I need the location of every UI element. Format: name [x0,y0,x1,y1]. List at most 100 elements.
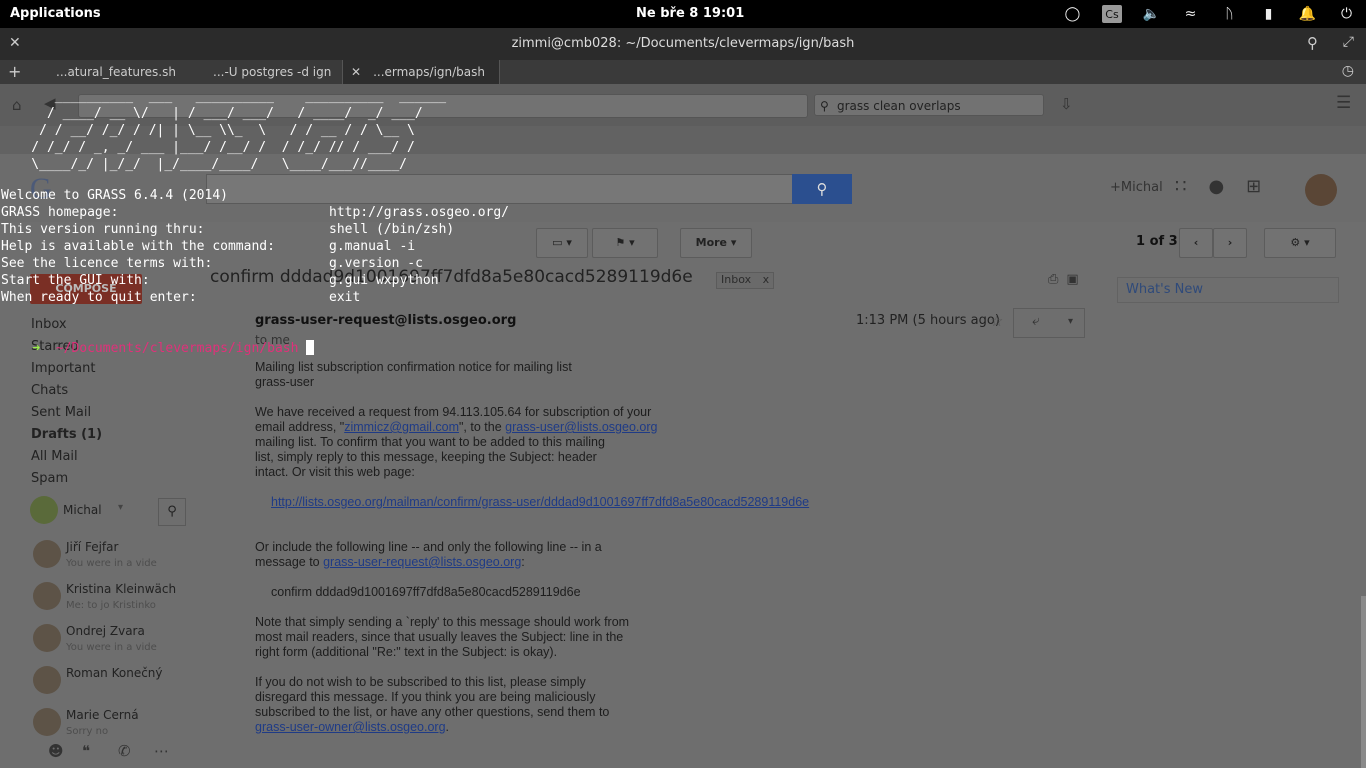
phone-icon[interactable]: ✆ [118,742,131,760]
whats-new-link[interactable]: What's New [1126,282,1203,297]
volume-icon[interactable]: 🔈 [1132,0,1171,28]
person-icon[interactable]: ☻ [48,742,64,760]
power-icon[interactable]: ⏻ [1327,0,1366,28]
list-item[interactable]: Jiří Fejfar You were in a vide [30,532,185,574]
terminal-titlebar: ✕ zimmi@cmb028: ~/Documents/clevermaps/i… [0,28,1366,60]
avatar [33,666,61,694]
email-paragraph: Or include the following line -- and onl… [255,540,602,569]
system-tray: ◯ Cs 🔈 ≈ ᚢ ▮ 🔔 ⏻ [1053,0,1366,28]
battery-icon[interactable]: ▮ [1249,0,1288,28]
email-recipient[interactable]: to me [255,333,290,347]
contact-name: Marie Cerná [66,708,139,722]
confirm-link[interactable]: http://lists.osgeo.org/mailman/confirm/g… [271,495,809,509]
lightbulb-icon[interactable]: ◯ [1053,0,1092,28]
chat-footer: ☻ ❝ ✆ ⋯ [30,738,185,768]
download-icon[interactable]: ⇩ [1060,95,1073,113]
more-icon[interactable]: ⋯ [154,742,169,760]
reply-button[interactable]: ⤶ ▾ [1013,308,1085,338]
contact-status: Me: to jo Kristinko [66,600,156,611]
email-body: Mailing list subscription confirmation n… [255,360,975,750]
chevron-down-icon[interactable]: ▾ [118,502,123,513]
notifications-icon[interactable]: 🔔 [1288,0,1327,28]
move-to-button[interactable]: ▭ ▾ [536,228,588,258]
wifi-icon[interactable]: ≈ [1171,0,1210,28]
contact-list: Jiří Fejfar You were in a vide Kristina … [30,532,185,742]
back-icon[interactable]: ◀ [44,94,56,112]
folder-sent[interactable]: Sent Mail [31,402,102,424]
user-link[interactable]: +Michal [1110,180,1163,195]
email-link[interactable]: grass-user@lists.osgeo.org [505,420,657,434]
tab-label: ...-U postgres -d ign [213,65,332,79]
scrollbar[interactable] [1361,596,1366,768]
compose-button[interactable]: COMPOSE [30,274,142,304]
contact-status: Sorry no [66,726,109,737]
gmail-search-button[interactable]: ⚲ [792,174,852,204]
tab-postgres[interactable]: ...-U postgres -d ign [213,60,331,84]
google-logo: G [30,172,52,205]
settings-button[interactable]: ⚙ ▾ [1264,228,1336,258]
folder-drafts[interactable]: Drafts (1) [31,424,102,446]
hangouts-icon[interactable]: ❝ [82,742,90,760]
email-link[interactable]: grass-user-request@lists.osgeo.org [323,555,521,569]
star-icon[interactable]: ☆ [990,312,1003,330]
tab-label: ...ermaps/ign/bash [373,65,485,79]
email-paragraph: confirm dddad9d1001697ff7dfd8a5e80cacd52… [271,585,581,599]
clock[interactable]: Ne bře 8 19:01 [636,6,744,21]
history-icon[interactable]: ◷ [1342,63,1354,79]
email-paragraph: Note that simply sending a `reply' to th… [255,615,630,659]
list-item[interactable]: Kristina Kleinwäch Me: to jo Kristinko [30,574,185,616]
folder-important[interactable]: Important [31,358,102,380]
chat-self[interactable]: Michal ▾ ⚲ [30,496,186,526]
email-link[interactable]: grass-user-owner@lists.osgeo.org [255,720,446,734]
pager-count: 1 of 3 [1136,234,1178,249]
url-bar[interactable] [78,94,808,118]
tab-bash[interactable]: ✕ ...ermaps/ign/bash [342,60,500,84]
new-tab-icon[interactable]: + [8,62,21,81]
keyboard-layout-indicator[interactable]: Cs [1102,5,1122,23]
older-button[interactable]: › [1213,228,1247,258]
gmail-search-input[interactable] [206,174,794,204]
folder-inbox[interactable]: Inbox [31,314,102,336]
tab-natural-features[interactable]: ...atural_features.sh [56,60,176,84]
avatar [30,496,58,524]
more-button[interactable]: More ▾ [680,228,752,258]
contact-name: Kristina Kleinwäch [66,582,177,596]
bluetooth-icon[interactable]: ᚢ [1210,0,1249,28]
list-item[interactable]: Marie Cerná Sorry no [30,700,185,742]
terminal-tabbar: + ...atural_features.sh ...-U postgres -… [0,60,1366,84]
menu-icon[interactable]: ☰ [1336,93,1351,113]
folder-all-mail[interactable]: All Mail [31,446,102,468]
list-item[interactable]: Ondrej Zvara You were in a vide [30,616,185,658]
contact-name: Roman Konečný [66,666,163,680]
contact-status: You were in a vide [66,642,157,653]
tab-label: ...atural_features.sh [56,65,176,79]
apps-icon[interactable]: ∷●⊞ [1175,176,1283,197]
folder-starred[interactable]: Starred [31,336,102,358]
folder-spam[interactable]: Spam [31,468,102,490]
unmaximize-icon[interactable]: ⤢ [1343,34,1354,50]
email-sender[interactable]: grass-user-request@lists.osgeo.org [255,313,516,328]
chevron-down-icon[interactable]: ▾ [1068,316,1073,327]
search-icon[interactable]: ⚲ [1307,34,1318,52]
contact-name: Jiří Fejfar [66,540,119,554]
close-icon[interactable]: x [763,273,770,286]
browser-toolbar: ⌂ ◀ ⚲ grass clean overlaps ⇩ ☰ [0,84,1366,126]
home-icon[interactable]: ⌂ [12,96,22,114]
email-paragraph: grass-user-owner@lists.osgeo.org. [255,720,450,734]
print-icon[interactable]: ⎙▣ [1048,272,1087,287]
labels-button[interactable]: ⚑ ▾ [592,228,658,258]
search-icon: ⚲ [820,99,829,113]
email-link[interactable]: zimmicz@gmail.com [344,420,459,434]
close-tab-icon[interactable]: ✕ [351,65,361,79]
avatar[interactable] [1305,174,1337,206]
search-icon[interactable]: ⚲ [158,498,186,526]
avatar [33,582,61,610]
email-subject: confirm dddad9d1001697ff7dfd8a5e80cacd52… [210,267,693,287]
applications-menu[interactable]: Applications [10,6,101,21]
window-title: zimmi@cmb028: ~/Documents/clevermaps/ign… [511,36,855,51]
newer-button[interactable]: ‹ [1179,228,1213,258]
list-item[interactable]: Roman Konečný [30,658,185,700]
email-paragraph: If you do not wish to be subscribed to t… [255,675,610,719]
folder-chats[interactable]: Chats [31,380,102,402]
browser-search-input[interactable]: ⚲ grass clean overlaps [814,94,1044,116]
